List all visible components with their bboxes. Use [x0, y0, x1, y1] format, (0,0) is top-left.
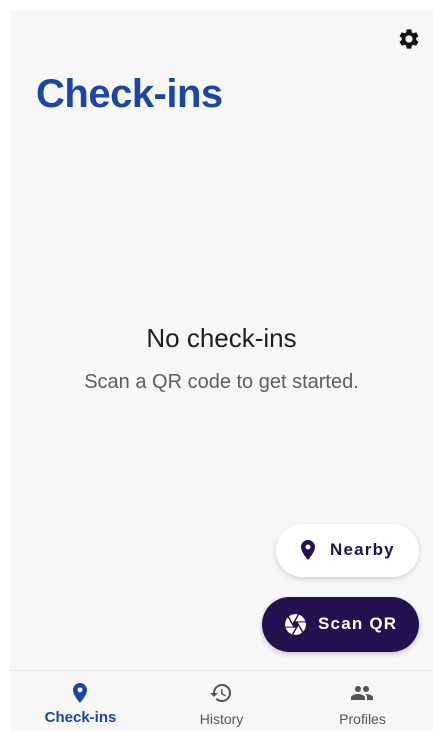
- nav-label-history: History: [199, 711, 244, 727]
- gear-icon: [399, 29, 419, 49]
- scan-qr-button[interactable]: Scan QR: [262, 597, 419, 652]
- empty-state-subtitle: Scan a QR code to get started.: [84, 371, 359, 393]
- location-pin-icon: [301, 540, 315, 560]
- camera-shutter-icon: [285, 614, 306, 635]
- settings-button[interactable]: [396, 26, 422, 52]
- page-title: Check-ins: [36, 72, 223, 116]
- screen: Check-ins No check-ins Scan a QR code to…: [0, 0, 433, 731]
- bottom-navigation: Check-ins History Profiles: [10, 670, 433, 731]
- people-icon: [351, 686, 373, 700]
- nearby-button-label: Nearby: [330, 540, 395, 559]
- nearby-button[interactable]: Nearby: [276, 524, 419, 577]
- app-view: Check-ins No check-ins Scan a QR code to…: [10, 10, 433, 731]
- nav-label-check-ins: Check-ins: [44, 709, 117, 726]
- location-pin-icon: [73, 683, 87, 703]
- history-icon: [210, 684, 231, 702]
- nav-item-profiles[interactable]: Profiles: [292, 671, 433, 731]
- scan-qr-button-label: Scan QR: [318, 614, 398, 633]
- empty-state-title: No check-ins: [146, 323, 297, 353]
- nav-item-history[interactable]: History: [151, 671, 292, 731]
- nav-label-profiles: Profiles: [339, 711, 386, 727]
- nav-item-check-ins[interactable]: Check-ins: [10, 671, 151, 731]
